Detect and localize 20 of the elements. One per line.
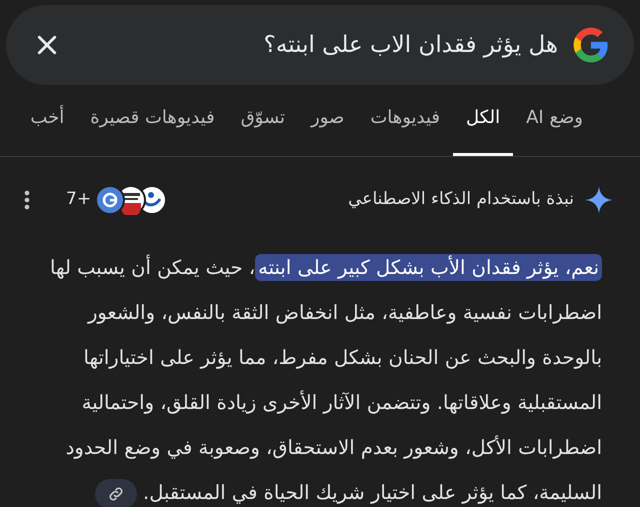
sparkle-icon	[584, 185, 614, 215]
search-tab[interactable]: تسوّق	[228, 94, 298, 156]
link-button[interactable]	[94, 478, 137, 507]
search-tab[interactable]: صور	[298, 94, 358, 156]
overview-paragraph: نعم، يؤثر فقدان الأب بشكل كبير على ابنته، حيث يمكن أن يسبب لها اضطرابات نفسية وعاطفية، مثل انخفاض الثقة بالنفس، والشعور بالوحدة والبحث عن الحنان بشكل مفرط، مما يؤثر على اختياراتها المستقبلية وعلاقاتها. وتتضمن الآثار الأخرى زيادة القلق، واحتمالية اضطرابات الأكل، وشعور بعدم الاستحقاق، وصعوبة في وضع الحدود السليمة، كما يؤثر على اختيار شريك الحياة في المستقبل.	[0, 245, 640, 507]
google-logo-icon	[572, 26, 610, 64]
search-tab[interactable]: أخب	[17, 94, 78, 156]
search-tab[interactable]: فيديوهات	[357, 94, 454, 156]
search-tab[interactable]: الكل	[453, 94, 514, 156]
search-query[interactable]: هل يؤثر فقدان الاب على ابنته؟	[264, 28, 558, 62]
sources-button[interactable]: 7+	[66, 185, 168, 215]
search-tab[interactable]: فيديوهات قصيرة	[77, 94, 228, 156]
close-icon[interactable]	[36, 34, 58, 56]
overview-title: نبذة باستخدام الذكاء الاصطناعي	[348, 188, 574, 212]
source-avatar-icon	[95, 185, 126, 215]
search-tab[interactable]: وضع AI	[513, 94, 596, 156]
search-bar[interactable]: هل يؤثر فقدان الاب على ابنته؟	[6, 5, 634, 85]
sources-count: 7+	[66, 188, 92, 212]
more-options-icon[interactable]	[24, 190, 30, 210]
link-icon	[106, 484, 125, 503]
